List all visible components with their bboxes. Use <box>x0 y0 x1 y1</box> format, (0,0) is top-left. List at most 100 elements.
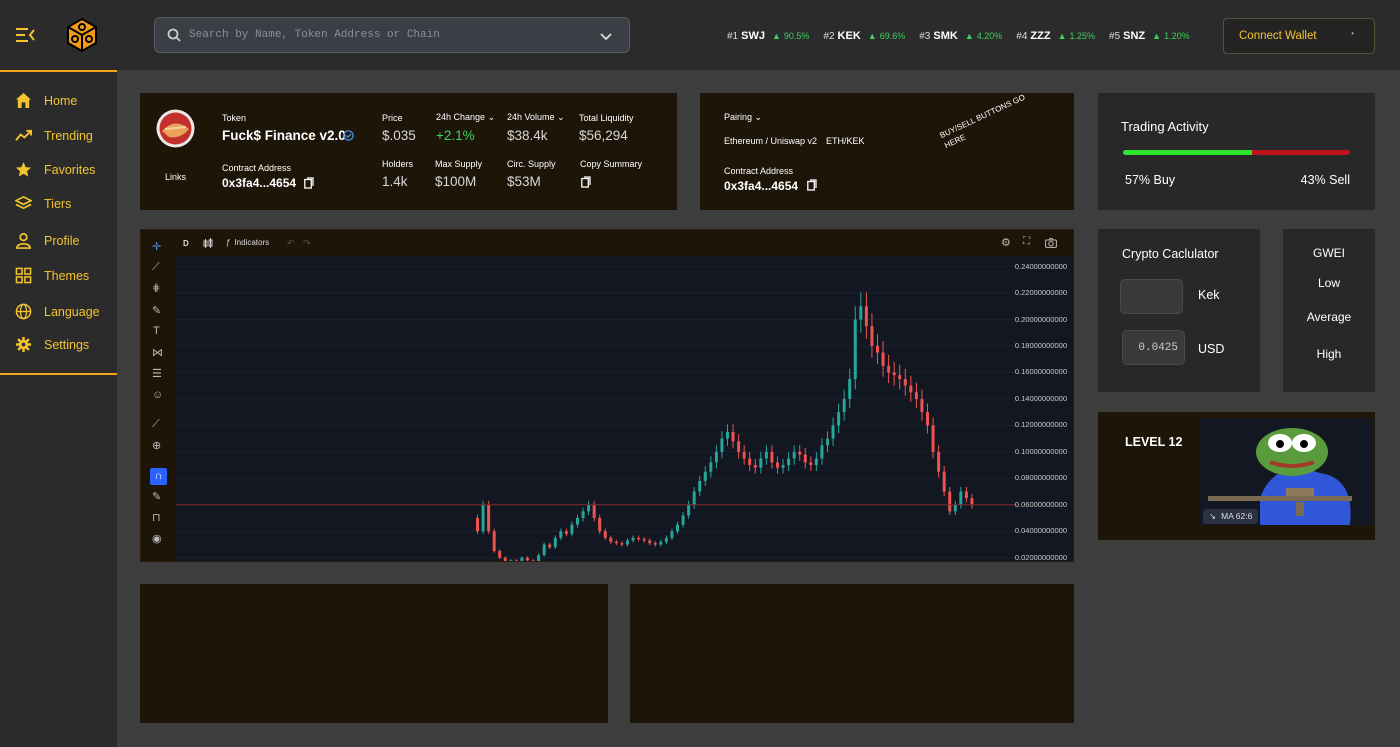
candlestick-plot <box>176 266 1019 561</box>
usd-amount-input[interactable] <box>1122 330 1185 365</box>
trading-activity-title: Trading Activity <box>1121 119 1209 134</box>
price-axis-tick: 0.08000000000 <box>1014 473 1067 483</box>
total-liquidity-value: $56,294 <box>579 128 628 143</box>
sidebar-item-favorites[interactable]: Favorites <box>15 161 95 178</box>
candles-icon[interactable] <box>203 238 213 249</box>
ticker-item[interactable]: #2 KEK ▲ 69.6% <box>823 30 905 42</box>
star-icon <box>15 161 32 177</box>
camera-icon[interactable] <box>1045 238 1057 248</box>
connect-wallet-button[interactable]: Connect Wallet • <box>1223 18 1375 54</box>
trend-line-icon[interactable]: ⟋ <box>152 261 160 274</box>
candle <box>803 454 807 463</box>
ticker-symbol: ZZZ <box>1030 30 1051 42</box>
sidebar: Home Trending Favorites Tiers Profile Th… <box>0 70 117 747</box>
sidebar-item-home[interactable]: Home <box>15 92 77 109</box>
search-bar[interactable] <box>154 17 630 53</box>
change-24h-dropdown[interactable]: 24h Change ⌄ <box>436 112 495 123</box>
candle <box>476 518 479 532</box>
ticker-rank: #2 <box>823 30 835 42</box>
volume-24h-dropdown[interactable]: 24h Volume ⌄ <box>507 112 565 123</box>
redo-icon[interactable]: ↷ <box>303 238 311 249</box>
trending-ticker: #1 SWJ ▲ 90.5% #2 KEK ▲ 69.6% #3 SMK ▲ 4.20% #4 ZZ… <box>727 30 1190 42</box>
ruler-icon[interactable]: ⟋ <box>152 418 160 431</box>
candle <box>837 412 841 426</box>
ticker-change: 4.20% <box>976 31 1003 41</box>
ticker-item[interactable]: #1 SWJ ▲ 90.5% <box>727 30 809 42</box>
chevron-down-icon: ⌄ <box>487 112 496 122</box>
crosshair-icon[interactable]: ✛ <box>152 240 161 253</box>
sidebar-item-label: Language <box>44 304 100 319</box>
globe-icon <box>15 303 32 320</box>
candle <box>781 465 785 468</box>
fullscreen-icon[interactable]: ⛶ <box>1023 236 1030 247</box>
chart-settings-icon[interactable]: ⚙ <box>1001 236 1011 249</box>
logo-icon <box>67 18 97 52</box>
candle <box>576 518 579 525</box>
candle <box>648 540 652 544</box>
sidebar-item-settings[interactable]: Settings <box>15 336 89 353</box>
exchange-name: Ethereum / Uniswap v2 <box>724 136 818 146</box>
sidebar-item-language[interactable]: Language <box>15 303 100 320</box>
chevron-down-icon[interactable] <box>600 33 612 41</box>
copy-icon[interactable] <box>581 176 591 188</box>
candle <box>920 398 924 413</box>
up-arrow-icon: ▲ <box>771 31 781 41</box>
interval-selector[interactable]: D <box>183 239 189 248</box>
price-axis-tick: 0.02000000000 <box>1014 552 1067 562</box>
candle <box>542 544 546 556</box>
ma-badge: ↘ MA 62:6 <box>1203 509 1259 524</box>
price-label: Price <box>382 113 403 123</box>
sidebar-item-profile[interactable]: Profile <box>15 232 79 249</box>
pattern-icon[interactable]: ⋈ <box>152 346 163 359</box>
gwei-average: Average <box>1306 310 1352 324</box>
ticker-symbol: KEK <box>837 30 861 42</box>
sidebar-item-tiers[interactable]: Tiers <box>15 195 71 212</box>
links-label[interactable]: Links <box>165 172 186 182</box>
brush-icon[interactable]: ✎ <box>152 304 161 317</box>
price-axis-tick: 0.14000000000 <box>1014 393 1067 403</box>
candle <box>909 385 913 393</box>
holders-value: 1.4k <box>382 174 408 189</box>
emoji-icon[interactable]: ☺ <box>152 389 163 401</box>
sidebar-item-themes[interactable]: Themes <box>15 267 89 284</box>
measure-tools-icon[interactable]: ☰ <box>152 367 162 380</box>
ticker-item[interactable]: #4 ZZZ ▲ 1.25% <box>1016 30 1095 42</box>
ticker-item[interactable]: #3 SMK ▲ 4.20% <box>919 30 1002 42</box>
copy-icon[interactable] <box>304 177 314 189</box>
indicators-button[interactable]: ƒ Indicators <box>226 238 269 247</box>
undo-icon[interactable]: ↶ <box>287 238 295 249</box>
zoom-icon[interactable]: ⊕ <box>152 439 161 452</box>
candle <box>764 451 768 459</box>
candle <box>853 319 857 380</box>
ticker-change: 1.20% <box>1164 31 1190 41</box>
drawing-toolbar: ✛ ⟋ ⋕ ✎ T ⋈ ☰ ☺ ⟋ ⊕ ∩ ✎ ⊓ ◉ <box>141 230 176 561</box>
candle <box>792 451 796 459</box>
sidebar-item-label: Settings <box>44 337 90 352</box>
candle <box>831 425 835 439</box>
candle <box>509 560 513 561</box>
lock-drawings-icon[interactable]: ✎ <box>152 490 161 503</box>
price-axis-tick: 0.18000000000 <box>1014 340 1067 350</box>
candle <box>748 458 752 466</box>
pairing-dropdown[interactable]: Pairing ⌄ <box>724 112 762 123</box>
copy-icon[interactable] <box>807 179 817 191</box>
candle <box>942 471 946 492</box>
text-tool-icon[interactable]: T <box>153 325 160 337</box>
chevron-down-icon: ⌄ <box>557 112 565 122</box>
crypto-calculator-panel: Crypto Caclulator Kek USD <box>1098 229 1260 392</box>
token-amount-input[interactable] <box>1120 279 1183 314</box>
ticker-item[interactable]: #5 SNZ ▲ 1.20% <box>1109 30 1190 42</box>
magnet-icon[interactable]: ∩ <box>150 468 167 485</box>
candle <box>842 398 846 413</box>
sidebar-item-trending[interactable]: Trending <box>15 127 93 144</box>
menu-collapse-icon[interactable] <box>16 27 36 43</box>
fib-icon[interactable]: ⋕ <box>152 283 160 294</box>
total-liquidity-label: Total Liquidity <box>579 113 634 123</box>
calculator-title: Crypto Caclulator <box>1122 247 1219 261</box>
token-avatar[interactable] <box>156 109 195 148</box>
lock-icon[interactable]: ⊓ <box>152 511 161 524</box>
search-input[interactable] <box>189 29 589 41</box>
eye-icon[interactable]: ◉ <box>152 532 162 545</box>
price-chart[interactable]: D ƒ Indicators ↶ ↷ ⚙ ⛶ ✛ ⟋ ⋕ ✎ T ⋈ ☰ ☺ ⟋ … <box>140 229 1074 562</box>
buy-sell-placeholder-note: BUY/SELL BUTTONS GO HERE <box>938 92 1027 151</box>
